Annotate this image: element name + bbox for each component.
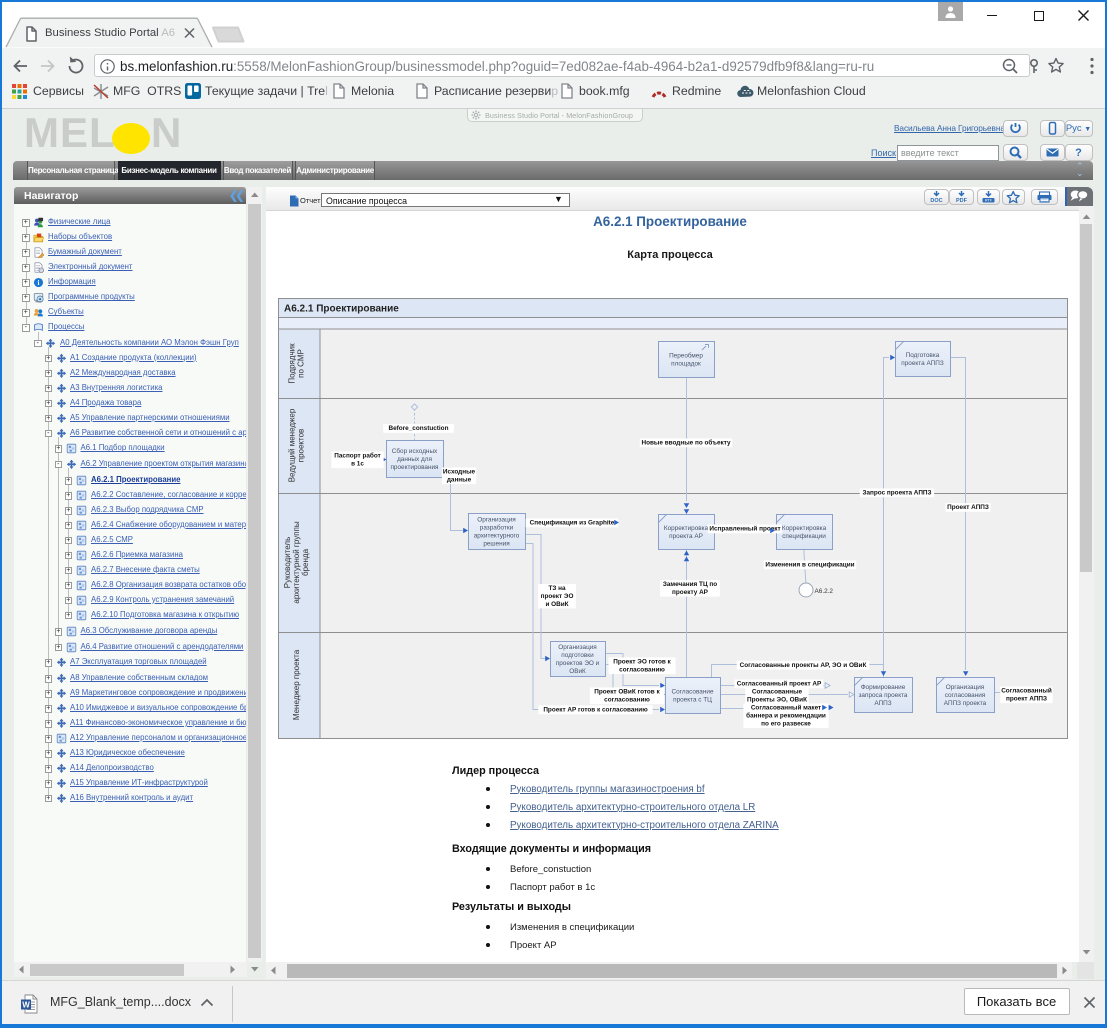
svg-text:Подготовкапроекта АППЗ: Подготовкапроекта АППЗ xyxy=(901,352,944,367)
svg-text:Согласованные проекты АР, ЭО и: Согласованные проекты АР, ЭО и ОВиК xyxy=(740,662,867,669)
svg-text:Согласованиепроекта с ТЦ: Согласованиепроекта с ТЦ xyxy=(672,688,714,703)
svg-text:DOC: DOC xyxy=(930,198,942,204)
svg-text:A6.2.1 Проектирование: A6.2.1 Проектирование xyxy=(284,304,399,315)
svg-text:W: W xyxy=(22,1001,30,1010)
svg-text:ОрганизациясогласованияАППЗ пр: ОрганизациясогласованияАППЗ проекта xyxy=(944,684,987,707)
svg-text:Переобмерплощадок: Переобмерплощадок xyxy=(669,351,703,367)
svg-text:Проект АППЗ: Проект АППЗ xyxy=(947,504,989,511)
svg-text:Согласованный проект АР: Согласованный проект АР xyxy=(737,680,822,688)
svg-text:RTF: RTF xyxy=(985,199,993,203)
svg-text:Проект АР готов к согласованию: Проект АР готов к согласованию xyxy=(543,707,648,714)
svg-text:Корректировкаспецификации: Корректировкаспецификации xyxy=(782,525,827,540)
svg-text:Исходныеданные: Исходныеданные xyxy=(443,469,476,484)
svg-text:Запрос проекта АППЗ: Запрос проекта АППЗ xyxy=(862,490,931,497)
svg-text:Изменения в спецификации: Изменения в спецификации xyxy=(765,562,854,569)
svg-text:Before_constuction: Before_constuction xyxy=(388,425,448,432)
svg-text:Сбор исходныхданных дляпроекти: Сбор исходныхданных дляпроектирования xyxy=(390,447,439,471)
svg-text:Новые вводные по объекту: Новые вводные по объекту xyxy=(641,439,731,447)
svg-text:СогласованныеПроекты ЭО, ОВиК: СогласованныеПроекты ЭО, ОВиК xyxy=(747,689,807,704)
svg-text:Менеджер проекта: Менеджер проекта xyxy=(292,649,301,720)
svg-text:Проект ЭО готов ксогласованию: Проект ЭО готов ксогласованию xyxy=(613,659,671,674)
svg-text:Исправленный проект: Исправленный проект xyxy=(709,525,780,533)
svg-text:Спецификация из Graphite: Спецификация из Graphite xyxy=(530,520,615,527)
svg-text:Согласованныйпроект АППЗ: Согласованныйпроект АППЗ xyxy=(1001,687,1052,703)
svg-text:PDF: PDF xyxy=(956,198,968,204)
svg-text:A6.2.2: A6.2.2 xyxy=(815,588,834,595)
svg-text:Корректировкапроекта АР: Корректировкапроекта АР xyxy=(664,525,709,540)
